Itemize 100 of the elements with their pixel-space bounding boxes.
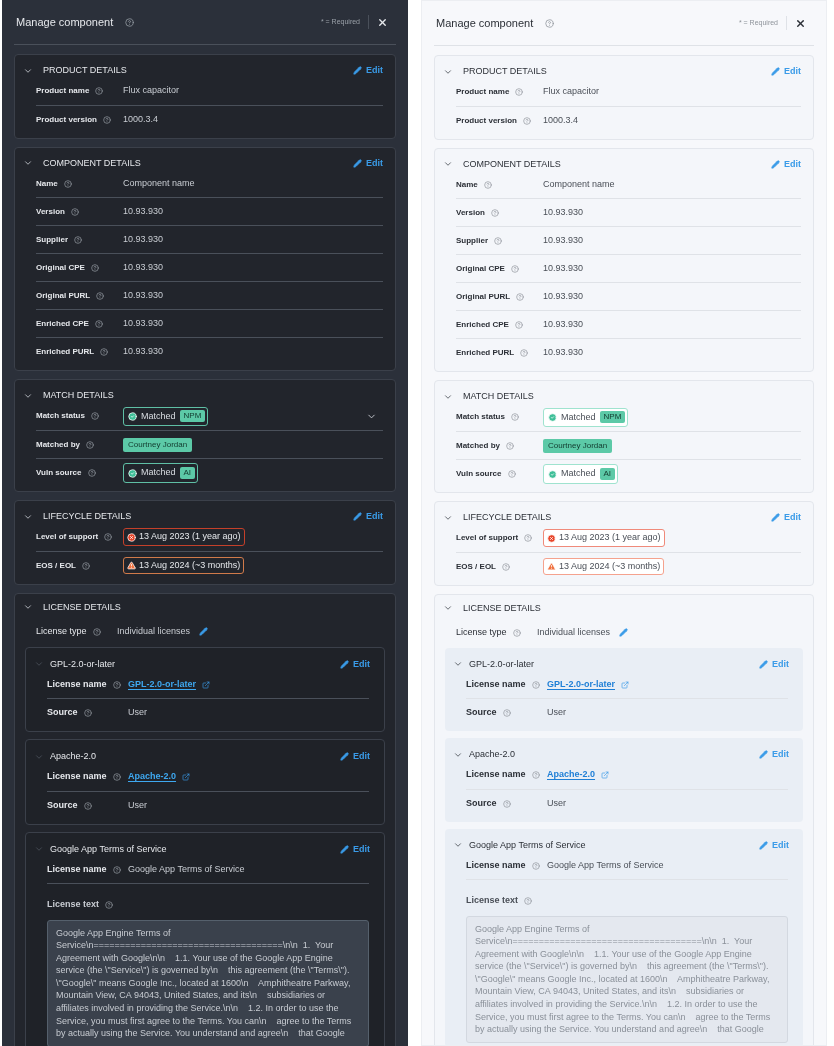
help-icon[interactable] [70, 207, 79, 216]
pencil-icon [771, 513, 780, 523]
help-icon[interactable] [502, 709, 511, 717]
edit-button[interactable]: Edit [771, 511, 801, 525]
user-chip: Courtney Jordan [123, 437, 193, 452]
edit-button[interactable]: Edit [353, 510, 383, 524]
help-icon[interactable] [112, 865, 121, 874]
help-icon[interactable] [522, 116, 531, 125]
expired-date-badge: 13 Aug 2023 (1 year ago) [123, 528, 245, 546]
license-text-field[interactable]: Google App Engine Terms of Service\n====================================\n\n 1. Your Agreement with Google\n\n 1.1. Your use of the Google App Engine service (the \"Service\") is governed by\n this agreement (the \"Terms\"). \"Google\" means Google Inc., located at 1600\n Amphitheatre Parkway, Mountain View, CA 94043, United States, and its\n subsidiaries or affiliates involved in providing the Service.\n\n 1.2. In order to use the Service, you must first agree to the Terms. You can\n agree to the Terms by actually using the Service. You understand and agree\n that Google [47, 919, 369, 1046]
pencil-icon[interactable] [619, 628, 629, 638]
field-label: License type [36, 625, 87, 638]
edit-button[interactable]: Edit [771, 65, 801, 79]
section-title: LIFECYCLE DETAILS [463, 511, 552, 524]
external-link-icon[interactable] [202, 680, 210, 689]
help-icon[interactable] [96, 291, 105, 300]
help-icon[interactable] [494, 236, 502, 245]
field-label: Product version [456, 114, 517, 127]
help-icon[interactable] [502, 799, 511, 808]
help-icon[interactable] [515, 88, 524, 96]
close-icon[interactable] [377, 16, 388, 28]
help-icon[interactable] [63, 179, 72, 188]
help-icon[interactable] [512, 628, 521, 637]
help-icon[interactable] [112, 773, 121, 781]
help-icon[interactable] [514, 320, 523, 329]
help-icon[interactable] [510, 264, 519, 273]
help-icon[interactable] [105, 900, 114, 909]
field-label: Original CPE [456, 262, 505, 275]
field-value: Component name [123, 176, 195, 190]
help-icon[interactable] [524, 534, 533, 542]
field-label: Match status [36, 410, 85, 423]
license-text-field[interactable]: Google App Engine Terms of Service\n====================================\n\n 1. Your Agreement with Google\n\n 1.1. Your use of the Google App Engine service (the \"Service\") is governed by\n this agreement (the \"Terms\"). \"Google\" means Google Inc., located at 1600\n Amphitheatre Parkway, Mountain View, CA 94043, United States, and its\n subsidiaries or affiliates involved in providing the Service.\n\n 1.2. In order to use the Service, you must first agree to the Terms. You can\n agree to the Terms by actually using the Service. You understand and agree\n that Google [466, 915, 788, 1043]
help-icon[interactable] [83, 801, 92, 810]
field-label: Source [47, 706, 78, 720]
field-value: 1000.3.4 [123, 112, 159, 126]
license-link[interactable]: Apache-2.0 [128, 770, 177, 784]
edit-button[interactable]: Edit [771, 157, 801, 171]
help-icon[interactable] [100, 348, 109, 356]
help-icon[interactable] [506, 441, 514, 450]
field-value: User [128, 798, 147, 812]
field-label: Name [456, 178, 478, 191]
section-title: LIFECYCLE DETAILS [43, 510, 132, 523]
edit-button[interactable]: Edit [353, 64, 383, 78]
warning-icon [547, 562, 556, 571]
field-label: Enriched PURL [456, 347, 515, 359]
external-link-icon[interactable] [182, 773, 191, 781]
help-icon[interactable] [74, 235, 82, 244]
field-label: Product version [36, 113, 97, 126]
help-icon[interactable] [102, 115, 111, 124]
help-icon[interactable] [507, 470, 516, 478]
warning-icon [127, 561, 136, 570]
help-icon[interactable] [520, 349, 529, 357]
help-icon[interactable] [94, 319, 103, 328]
help-icon[interactable] [125, 17, 135, 27]
field-label: License name [466, 768, 526, 782]
license-link[interactable]: GPL-2.0-or-later [547, 677, 615, 692]
help-icon[interactable] [90, 263, 99, 272]
edit-button[interactable]: Edit [340, 750, 370, 764]
check-icon [548, 412, 557, 422]
close-icon[interactable] [795, 17, 806, 29]
external-link-icon[interactable] [601, 771, 610, 779]
help-icon[interactable] [531, 680, 540, 689]
edit-button[interactable]: Edit [353, 156, 383, 170]
field-value: 1000.3.4 [543, 113, 579, 127]
help-icon[interactable] [516, 292, 525, 301]
help-icon[interactable] [87, 469, 96, 477]
field-value: User [547, 796, 566, 810]
license-link[interactable]: GPL-2.0-or-later [128, 677, 196, 692]
warning-date-badge: 13 Aug 2024 (~3 months) [543, 557, 665, 576]
help-icon[interactable] [104, 533, 113, 541]
help-icon[interactable] [112, 680, 121, 689]
help-icon[interactable] [86, 440, 94, 449]
help-icon[interactable] [90, 412, 99, 421]
field-label: Product name [36, 85, 90, 97]
license-link[interactable]: Apache-2.0 [547, 768, 596, 782]
help-icon[interactable] [483, 180, 492, 189]
help-icon[interactable] [490, 208, 499, 217]
field-label: Level of support [36, 531, 99, 543]
badge-label: Matched [561, 467, 596, 481]
help-icon[interactable] [95, 87, 104, 95]
help-icon[interactable] [83, 709, 92, 717]
edit-button[interactable]: Edit [340, 842, 370, 856]
help-icon[interactable] [82, 561, 90, 570]
field-label: Version [36, 205, 65, 218]
field-value: 10.93.930 [123, 204, 164, 218]
pencil-icon[interactable] [199, 627, 209, 637]
help-icon[interactable] [524, 896, 533, 905]
help-icon[interactable] [545, 18, 555, 28]
field-label: Supplier [456, 234, 488, 247]
field-label: Original PURL [456, 290, 511, 303]
field-label: Vuln source [36, 467, 82, 479]
help-icon[interactable] [531, 771, 540, 779]
help-icon[interactable] [502, 562, 510, 571]
edit-button[interactable]: Edit [340, 657, 370, 671]
badge-label: Matched [561, 410, 596, 424]
help-icon[interactable] [92, 627, 101, 636]
external-link-icon[interactable] [621, 680, 629, 689]
help-icon[interactable] [510, 413, 519, 422]
help-icon[interactable] [531, 861, 540, 870]
field-value: 10.93.930 [543, 289, 584, 303]
